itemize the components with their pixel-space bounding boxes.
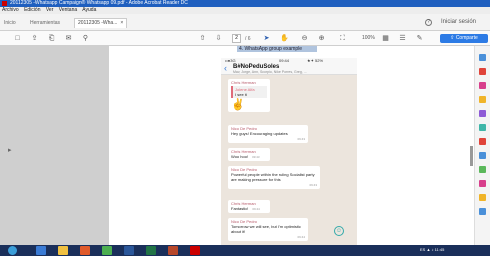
whatsapp-screenshot: ••●3G 09:44 ★✦ 52% ‹ B#NoPeduSoles Mav, … — [221, 58, 357, 245]
signin-link[interactable]: Iniciar sesión — [441, 19, 476, 25]
page-layout-icon[interactable]: ▦ — [381, 34, 390, 43]
chrome-icon[interactable] — [102, 246, 112, 255]
menu-item-ventana[interactable]: Ventana — [59, 7, 77, 13]
menu-item-archivo[interactable]: Archivo — [2, 7, 19, 13]
chat-message: Chris Herman Jolene Alfa I see it ✌ — [228, 79, 270, 112]
pdf-page[interactable]: 4. WhatsApp group example ••●3G 09:44 ★✦… — [109, 46, 474, 245]
help-icon[interactable]: ? — [425, 19, 432, 26]
window-titlebar: 20112305 -Whatsapp Campaign® Whatsapp 09… — [0, 0, 490, 7]
tab-document-label: 20112305 -Wha... — [78, 20, 118, 26]
message-time: 09:43 — [309, 183, 317, 187]
file-explorer-icon[interactable] — [58, 246, 68, 255]
zoom-out-icon[interactable]: ⊖ — [300, 34, 309, 43]
upload-icon[interactable]: ⇪ — [30, 34, 39, 43]
menu-item-ver[interactable]: Ver — [46, 7, 54, 13]
highlight-pen-icon[interactable]: ✎ — [415, 34, 424, 43]
quoted-message: Jolene Alfa I see it — [231, 86, 267, 98]
stamp-icon[interactable] — [479, 194, 486, 201]
page-total: / 6 — [245, 36, 251, 42]
comment-icon[interactable]: ☰ — [398, 34, 407, 43]
tab-home[interactable]: Inicio — [4, 19, 16, 27]
message-time: 09:43 — [252, 155, 260, 159]
powerpoint-icon[interactable] — [168, 246, 178, 255]
tab-tools[interactable]: Herramientas — [30, 19, 60, 27]
chat-message: Chris Herman Woo hoo! 09:43 — [228, 148, 270, 161]
mail-icon[interactable]: ✉ — [64, 34, 73, 43]
chat-message: Nico De Pedro Powerful people within the… — [228, 166, 320, 189]
system-tray[interactable]: ES ▲ ♪ 11:45 — [420, 247, 444, 252]
chat-participants: Mav, Jorge, Ann, Scorpio, Nike Porres, G… — [233, 70, 307, 74]
message-text: Tomorrow we will see, but I'm optimistic… — [231, 224, 301, 234]
zoom-level[interactable]: 100% — [362, 35, 375, 41]
section-heading: 4. WhatsApp group example — [237, 46, 317, 52]
ie-browser-icon[interactable] — [36, 246, 46, 255]
start-button-icon[interactable] — [8, 246, 17, 255]
fit-page-icon[interactable]: ⛶ — [338, 34, 347, 43]
expand-left-panel-icon[interactable]: ▸ — [8, 146, 12, 154]
search-icon[interactable]: ⚲ — [81, 34, 90, 43]
redact-icon[interactable] — [479, 138, 486, 145]
send-for-review-icon[interactable] — [479, 180, 486, 187]
edit-pdf-icon[interactable] — [479, 82, 486, 89]
tools-side-panel — [474, 46, 490, 245]
comment-tool-icon[interactable] — [479, 96, 486, 103]
print-icon[interactable]: ⎗ — [47, 34, 56, 43]
chat-message: Nico De Pedro Tomorrow we will see, but … — [228, 218, 308, 241]
message-time: 09:44 — [297, 235, 305, 239]
main-toolbar: □ ⇪ ⎗ ✉ ⚲ ⇧ ⇩ 2 / 6 ➤ ✋ ⊖ ⊕ ⛶ 100% ▦ ☰ ✎… — [0, 31, 490, 46]
more-tools-icon[interactable] — [479, 208, 486, 215]
windows-taskbar: ES ▲ ♪ 11:45 — [0, 245, 490, 256]
document-workspace[interactable]: ▸ 4. WhatsApp group example ••●3G 09:44 … — [0, 46, 490, 245]
chat-header: ‹ B#NoPeduSoles Mav, Jorge, Ann, Scorpio… — [221, 63, 357, 75]
hand-tool-icon[interactable]: ✋ — [280, 34, 289, 43]
menu-bar: Archivo Edición Ver Ventana Ayuda — [0, 7, 490, 14]
share-button-label: Comparte — [455, 35, 478, 41]
excel-icon[interactable] — [146, 246, 156, 255]
tab-bar: Inicio Herramientas 20112305 -Wha... × ? … — [0, 14, 490, 31]
save-icon[interactable]: □ — [13, 34, 22, 43]
victory-hand-emoji: ✌ — [231, 99, 245, 111]
back-chevron-icon: ‹ — [224, 63, 227, 73]
message-text: Woo hoo! — [231, 154, 249, 159]
menu-item-edicion[interactable]: Edición — [24, 7, 40, 13]
create-pdf-icon[interactable] — [479, 54, 486, 61]
export-pdf-icon[interactable] — [479, 68, 486, 75]
organize-pages-icon[interactable] — [479, 124, 486, 131]
protect-icon[interactable] — [479, 152, 486, 159]
message-text: Powerful people within the ruling Social… — [231, 172, 315, 182]
page-number-input[interactable]: 2 — [232, 34, 241, 43]
tab-close-icon[interactable]: × — [120, 20, 123, 26]
message-text: Fantastic! — [231, 206, 249, 211]
media-player-icon[interactable] — [80, 246, 90, 255]
zoom-in-icon[interactable]: ⊕ — [317, 34, 326, 43]
share-button[interactable]: ⇧ Comparte — [440, 34, 488, 43]
message-time: 09:43 — [297, 137, 305, 141]
chat-message: Nico De Pedro Hey guys! Encouraging upda… — [228, 125, 308, 143]
page-up-icon[interactable]: ⇧ — [198, 34, 207, 43]
smiley-icon: ☺ — [334, 226, 344, 236]
menu-item-ayuda[interactable]: Ayuda — [82, 7, 96, 13]
fill-sign-icon[interactable] — [479, 166, 486, 173]
acrobat-taskbar-icon[interactable] — [190, 246, 200, 255]
quoted-text: I see it — [235, 92, 247, 97]
combine-files-icon[interactable] — [479, 110, 486, 117]
window-title: 20112305 -Whatsapp Campaign® Whatsapp 09… — [10, 0, 188, 6]
chat-message: Chris Herman Fantastic! 09:44 — [228, 200, 270, 213]
select-cursor-icon[interactable]: ➤ — [262, 34, 271, 43]
message-time: 09:44 — [252, 207, 260, 211]
acrobat-app-icon — [2, 1, 7, 6]
tab-document[interactable]: 20112305 -Wha... × — [74, 18, 128, 28]
vertical-scrollbar[interactable] — [470, 146, 473, 166]
page-down-icon[interactable]: ⇩ — [214, 34, 223, 43]
word-icon[interactable] — [124, 246, 134, 255]
message-sender: Chris Herman — [231, 80, 256, 85]
